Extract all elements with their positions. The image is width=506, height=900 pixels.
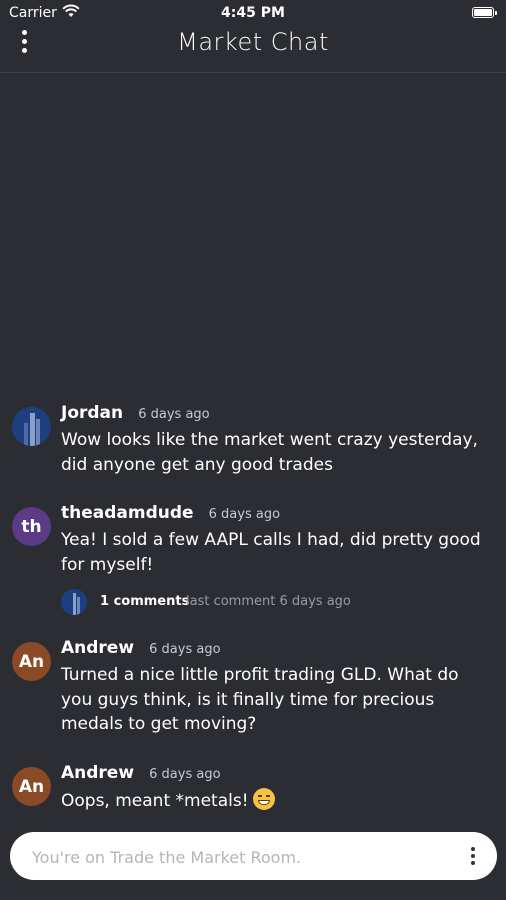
message-text: Oops, meant *metals!: [61, 788, 491, 814]
battery-icon: [472, 7, 497, 18]
message-text-content: Oops, meant *metals!: [61, 791, 249, 811]
author-name[interactable]: theadamdude: [61, 503, 194, 523]
avatar[interactable]: th: [12, 507, 51, 546]
dot: [471, 861, 475, 865]
msg-head: Jordan 6 days ago: [61, 403, 210, 423]
last-comment-time: last comment 6 days ago: [186, 594, 351, 609]
msg-head: Andrew 6 days ago: [61, 638, 221, 658]
timestamp: 6 days ago: [149, 642, 221, 657]
timestamp: 6 days ago: [138, 407, 210, 422]
avatar[interactable]: An: [12, 642, 51, 681]
page-title: Market Chat: [177, 28, 329, 56]
author-name[interactable]: Andrew: [61, 763, 134, 783]
timestamp: 6 days ago: [208, 507, 281, 522]
dot: [471, 854, 475, 858]
commenter-avatar: [61, 589, 87, 615]
message-composer[interactable]: [10, 832, 497, 882]
message-text: Turned a nice little profit trading GLD.…: [61, 665, 459, 734]
msg-head: Andrew 6 days ago: [61, 763, 221, 783]
message-text: Wow looks like the market went crazy yes…: [61, 430, 478, 475]
status-time: 4:45 PM: [221, 5, 285, 21]
avatar[interactable]: An: [12, 767, 51, 806]
author-name[interactable]: Jordan: [61, 403, 123, 423]
comments-count[interactable]: 1 comments: [100, 594, 189, 609]
status-bar: Carrier 4:45 PM: [0, 0, 506, 26]
grinning-sweat-emoji-icon: [252, 788, 275, 810]
composer-options-button[interactable]: [461, 832, 485, 880]
timestamp: 6 days ago: [149, 767, 221, 782]
author-name[interactable]: Andrew: [61, 638, 134, 658]
avatar[interactable]: [12, 407, 51, 446]
message-input[interactable]: [30, 832, 444, 882]
message-text: Yea! I sold a few AAPL calls I had, did …: [61, 530, 481, 575]
vertical-dots-icon: [471, 847, 475, 851]
nav-bar: Market Chat: [0, 26, 506, 73]
msg-head: theadamdude 6 days ago: [61, 503, 280, 523]
